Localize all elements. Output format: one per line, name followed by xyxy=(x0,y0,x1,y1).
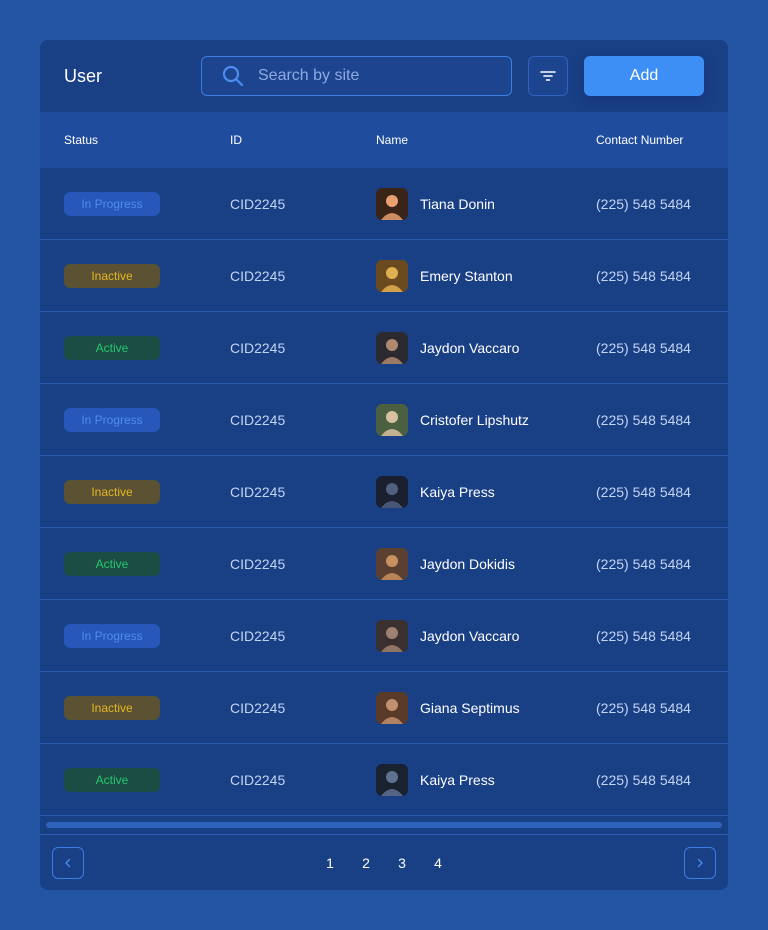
row-contact: (225) 548 5484 xyxy=(596,195,691,212)
table-row[interactable]: Active CID2245 Kaiya Press (225) 548 548… xyxy=(40,744,728,816)
status-badge: Active xyxy=(64,767,160,792)
row-name: Emery Stanton xyxy=(420,267,513,284)
status-badge: In Progress xyxy=(64,407,160,432)
add-button[interactable]: Add xyxy=(584,56,704,96)
avatar xyxy=(376,475,408,508)
table-row[interactable]: In Progress CID2245 Tiana Donin (225) 54… xyxy=(40,168,728,240)
column-header-name[interactable]: Name xyxy=(376,133,408,147)
row-name: Jaydon Vaccaro xyxy=(420,627,520,644)
page-title: User xyxy=(64,65,103,86)
row-contact: (225) 548 5484 xyxy=(596,771,691,788)
avatar xyxy=(376,331,408,364)
prev-page-button[interactable] xyxy=(52,847,84,879)
row-contact: (225) 548 5484 xyxy=(596,627,691,644)
status-badge: Active xyxy=(64,335,160,360)
table-body: In Progress CID2245 Tiana Donin (225) 54… xyxy=(40,168,728,816)
row-name: Tiana Donin xyxy=(420,195,495,212)
name-cell: Tiana Donin xyxy=(376,187,495,220)
avatar xyxy=(376,619,408,652)
row-contact: (225) 548 5484 xyxy=(596,411,691,428)
avatar xyxy=(376,763,408,796)
row-name: Jaydon Vaccaro xyxy=(420,339,520,356)
row-id: CID2245 xyxy=(230,267,286,284)
avatar xyxy=(376,259,408,292)
table-row[interactable]: Inactive CID2245 Kaiya Press (225) 548 5… xyxy=(40,456,728,528)
name-cell: Giana Septimus xyxy=(376,691,520,724)
row-name: Jaydon Dokidis xyxy=(420,555,515,572)
chevron-right-icon xyxy=(695,858,705,868)
name-cell: Jaydon Vaccaro xyxy=(376,331,520,364)
row-id: CID2245 xyxy=(230,771,286,788)
row-id: CID2245 xyxy=(230,195,286,212)
next-page-button[interactable] xyxy=(684,847,716,879)
row-name: Kaiya Press xyxy=(420,483,495,500)
row-name: Giana Septimus xyxy=(420,699,520,716)
row-name: Cristofer Lipshutz xyxy=(420,411,529,428)
name-cell: Jaydon Dokidis xyxy=(376,547,515,580)
filter-icon xyxy=(540,70,556,82)
page-numbers: 1234 xyxy=(312,855,456,871)
row-id: CID2245 xyxy=(230,555,286,572)
name-cell: Emery Stanton xyxy=(376,259,513,292)
status-badge: Active xyxy=(64,551,160,576)
horizontal-scrollbar[interactable] xyxy=(46,822,722,828)
table-row[interactable]: Inactive CID2245 Emery Stanton (225) 548… xyxy=(40,240,728,312)
status-badge: Inactive xyxy=(64,695,160,720)
search-input[interactable] xyxy=(258,67,497,85)
name-cell: Kaiya Press xyxy=(376,475,495,508)
filter-button[interactable] xyxy=(528,56,568,96)
column-header-contact[interactable]: Contact Number xyxy=(596,133,683,147)
table-row[interactable]: Inactive CID2245 Giana Septimus (225) 54… xyxy=(40,672,728,744)
avatar xyxy=(376,403,408,436)
table-row[interactable]: Active CID2245 Jaydon Vaccaro (225) 548 … xyxy=(40,312,728,384)
table-header-bar: User Add xyxy=(40,40,728,112)
name-cell: Cristofer Lipshutz xyxy=(376,403,529,436)
row-id: CID2245 xyxy=(230,339,286,356)
column-header-status[interactable]: Status xyxy=(64,133,98,147)
name-cell: Jaydon Vaccaro xyxy=(376,619,520,652)
search-box[interactable] xyxy=(201,56,512,96)
table-head: Status ID Name Contact Number xyxy=(40,112,728,168)
table-row[interactable]: Active CID2245 Jaydon Dokidis (225) 548 … xyxy=(40,528,728,600)
row-name: Kaiya Press xyxy=(420,771,495,788)
row-contact: (225) 548 5484 xyxy=(596,483,691,500)
column-header-id[interactable]: ID xyxy=(230,133,242,147)
page-number[interactable]: 4 xyxy=(420,855,456,871)
page-number[interactable]: 3 xyxy=(384,855,420,871)
status-badge: Inactive xyxy=(64,263,160,288)
status-badge: In Progress xyxy=(64,191,160,216)
table-row[interactable]: In Progress CID2245 Jaydon Vaccaro (225)… xyxy=(40,600,728,672)
row-id: CID2245 xyxy=(230,411,286,428)
status-badge: Inactive xyxy=(64,479,160,504)
avatar xyxy=(376,691,408,724)
row-id: CID2245 xyxy=(230,483,286,500)
search-icon xyxy=(222,65,244,87)
name-cell: Kaiya Press xyxy=(376,763,495,796)
avatar xyxy=(376,547,408,580)
row-contact: (225) 548 5484 xyxy=(596,555,691,572)
page-number[interactable]: 1 xyxy=(312,855,348,871)
row-id: CID2245 xyxy=(230,627,286,644)
row-contact: (225) 548 5484 xyxy=(596,699,691,716)
row-contact: (225) 548 5484 xyxy=(596,339,691,356)
page-number[interactable]: 2 xyxy=(348,855,384,871)
pagination: 1234 xyxy=(40,834,728,890)
user-table-card: User Add Status ID Name Con xyxy=(40,40,728,890)
table-row[interactable]: In Progress CID2245 Cristofer Lipshutz (… xyxy=(40,384,728,456)
row-id: CID2245 xyxy=(230,699,286,716)
avatar xyxy=(376,187,408,220)
row-contact: (225) 548 5484 xyxy=(596,267,691,284)
chevron-left-icon xyxy=(63,858,73,868)
status-badge: In Progress xyxy=(64,623,160,648)
